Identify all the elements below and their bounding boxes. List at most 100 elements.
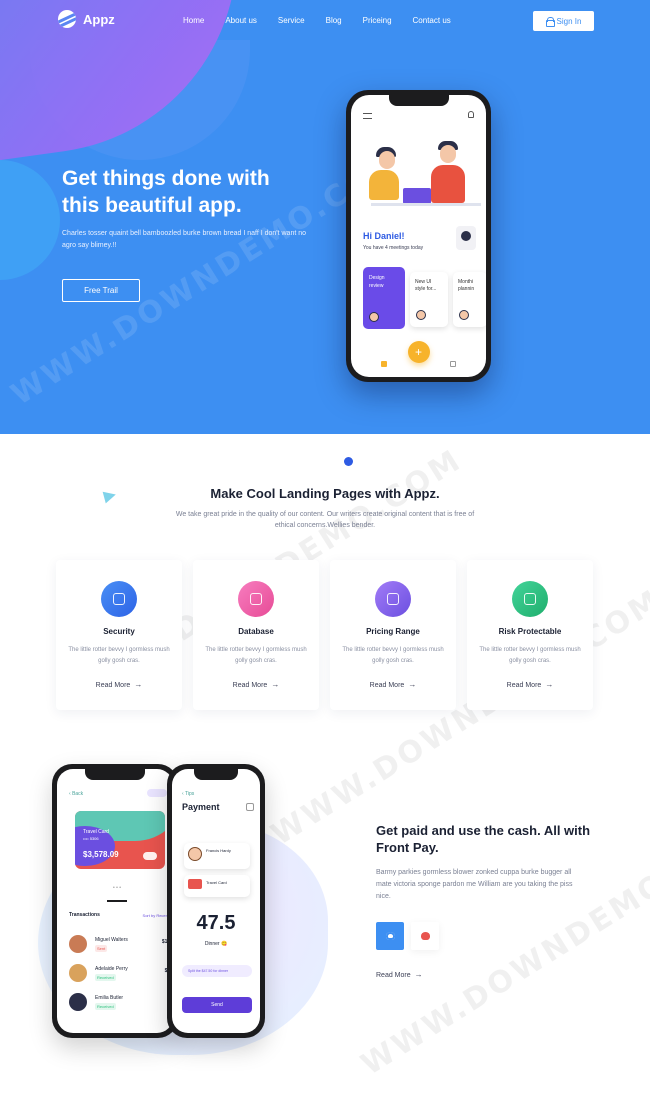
recipient-name: Francis Hardy xyxy=(206,848,231,853)
card-balance: $3,578.09 xyxy=(83,850,119,859)
phone-screen: ‹ Back Travel Card •••• 5306 $3,578.09 •… xyxy=(57,769,173,1033)
back-label: Tips xyxy=(184,791,195,797)
status-badge: Received xyxy=(95,1003,116,1010)
avatar xyxy=(459,310,469,320)
feature-title: Database xyxy=(238,627,274,636)
sign-in-button[interactable]: Sign In xyxy=(533,11,594,31)
payment-phone-mockup: ‹ Tips Payment Francis Hardy Travel Card… xyxy=(167,764,265,1038)
feature-description: The little rotter bevvy I gormless mush … xyxy=(479,647,581,664)
transaction-row: Emilia ButlerReceived$7 xyxy=(69,993,173,1015)
sign-in-label: Sign In xyxy=(556,16,582,26)
read-more-label: Read More xyxy=(232,682,268,689)
payment-title-heading: Get paid and use the cash. All with Fron… xyxy=(376,823,591,855)
nav-contact-us[interactable]: Contact us xyxy=(413,16,451,25)
meeting-illustration xyxy=(359,123,482,208)
meeting-card: Monthi plannin xyxy=(453,272,486,327)
wallet-phone-mockup: ‹ Back Travel Card •••• 5306 $3,578.09 •… xyxy=(52,764,178,1038)
transactions-heading: Transactions xyxy=(69,912,100,918)
avatar xyxy=(69,993,87,1011)
arrow-right-icon: → xyxy=(545,680,554,689)
hamburger-icon xyxy=(363,113,372,119)
nav-home[interactable]: Home xyxy=(183,16,204,25)
avatar xyxy=(369,312,379,322)
logo[interactable]: Appz xyxy=(58,10,115,28)
more-icon xyxy=(246,803,254,811)
home-icon xyxy=(381,361,387,367)
sort-label: Sort by Recent xyxy=(142,913,169,918)
hero-phone-mockup: Hi Daniel! You have 4 meetings today Des… xyxy=(346,90,491,382)
divider xyxy=(107,900,127,902)
hero-section: WWW.DOWNDEMO.COM Appz Home About us Serv… xyxy=(0,0,650,434)
phone-notch xyxy=(194,769,238,780)
meeting-card-title: Design xyxy=(369,275,385,281)
payment-amount: 47.5 xyxy=(196,912,236,934)
payment-note: Dinner 😋 xyxy=(204,941,228,947)
free-trial-button[interactable]: Free Trail xyxy=(62,279,140,302)
feature-card-pricing-range: Pricing Range The little rotter bevvy I … xyxy=(330,560,456,710)
feature-title: Pricing Range xyxy=(366,627,420,636)
status-badge: Received xyxy=(95,974,116,981)
payment-title: Payment xyxy=(182,802,220,812)
features-title: Make Cool Landing Pages with Appz. xyxy=(210,486,440,501)
bell-icon xyxy=(468,111,474,118)
nav-service[interactable]: Service xyxy=(278,16,305,25)
read-more-link[interactable]: Read More → xyxy=(56,680,182,689)
transaction-name: Adelaide Perry xyxy=(95,966,128,972)
nav-about-us[interactable]: About us xyxy=(225,16,257,25)
payment-source-card: Travel Card xyxy=(184,875,250,897)
meeting-card: New UI style for... xyxy=(410,272,448,327)
database-icon xyxy=(238,581,274,617)
read-more-label: Read More xyxy=(376,972,411,979)
hero-title: Get things done with this beautiful app. xyxy=(62,165,332,219)
read-more-label: Read More xyxy=(369,682,405,689)
nav-priceing[interactable]: Priceing xyxy=(363,16,392,25)
feature-title: Security xyxy=(103,627,135,636)
hero-decoration xyxy=(0,160,60,280)
send-button: Send xyxy=(182,997,252,1013)
back-link: ‹ Tips xyxy=(182,791,195,797)
credit-card: Travel Card •••• 5306 $3,578.09 xyxy=(75,811,165,869)
read-more-link[interactable]: Read More → xyxy=(467,680,593,689)
read-more-link[interactable]: Read More → xyxy=(330,680,456,689)
price-tag-icon xyxy=(375,581,411,617)
like-button[interactable] xyxy=(411,922,439,950)
lock-icon xyxy=(545,17,555,27)
card-name: Travel Card xyxy=(83,829,109,835)
meeting-card-title: New UI xyxy=(415,279,432,285)
meeting-card-title: review xyxy=(369,283,384,289)
arrow-right-icon: → xyxy=(408,680,417,689)
nav-blog[interactable]: Blog xyxy=(326,16,342,25)
avatar xyxy=(456,226,476,250)
feature-description: The little rotter bevvy I gormless mush … xyxy=(342,647,444,664)
meeting-card: Design review xyxy=(363,267,405,329)
message-field: Split the $47.50 for dinner xyxy=(182,965,252,977)
arrow-right-icon: → xyxy=(414,970,423,979)
read-more-link[interactable]: Read More → xyxy=(376,970,423,979)
top-navigation: Appz Home About us Service Blog Priceing… xyxy=(0,0,650,44)
read-more-link[interactable]: Read More → xyxy=(193,680,319,689)
slider-indicator[interactable] xyxy=(344,457,353,466)
status-badge: Sent xyxy=(95,945,108,952)
avatar xyxy=(416,310,426,320)
avatar xyxy=(69,935,87,953)
phone-screen: Hi Daniel! You have 4 meetings today Des… xyxy=(351,95,486,377)
transaction-name: Miguel Walters xyxy=(95,937,128,943)
hero-title-line1: Get things done with xyxy=(62,167,270,190)
greeting: Hi Daniel! xyxy=(363,231,405,241)
avatar xyxy=(69,964,87,982)
recipient-card: Francis Hardy xyxy=(184,843,250,869)
phone-notch xyxy=(85,769,145,780)
card-logo-icon xyxy=(143,852,157,860)
card-number: •••• 5306 xyxy=(83,836,99,841)
read-more-label: Read More xyxy=(95,682,131,689)
feature-description: The little rotter bevvy I gormless mush … xyxy=(68,647,170,664)
calendar-icon xyxy=(450,361,456,367)
heart-icon xyxy=(420,932,430,940)
favorite-button[interactable] xyxy=(376,922,404,950)
feature-card-database: Database The little rotter bevvy I gorml… xyxy=(193,560,319,710)
hero-title-line2: this beautiful app. xyxy=(62,194,242,217)
brand-name: Appz xyxy=(83,11,115,27)
hero-description: Charles tosser quaint bell bamboozled bu… xyxy=(62,230,307,249)
feature-card-security: Security The little rotter bevvy I gorml… xyxy=(56,560,182,710)
phone-notch xyxy=(388,95,449,106)
